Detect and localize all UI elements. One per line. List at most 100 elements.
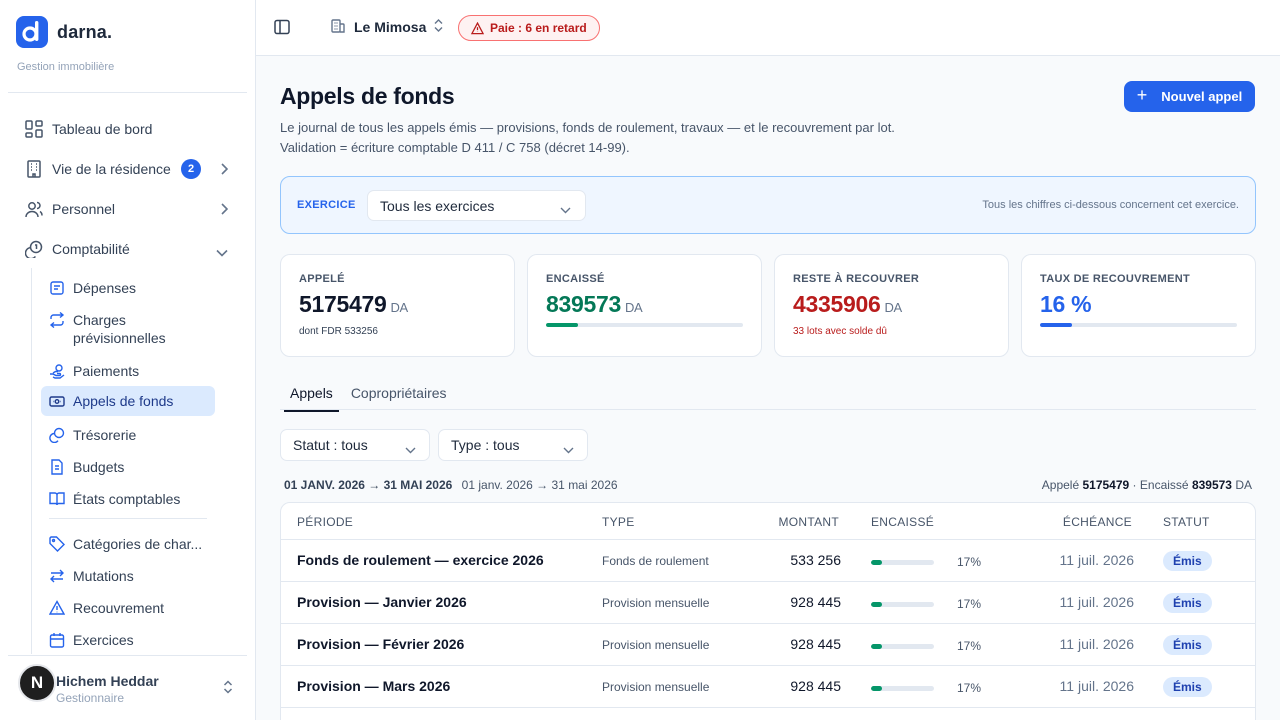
sidebar-toggle-icon[interactable] bbox=[274, 19, 290, 40]
sidebar-subitem-exercices[interactable]: Exercices bbox=[41, 625, 215, 655]
sidebar-item-comptabilite[interactable]: Comptabilité bbox=[20, 231, 238, 267]
table-row[interactable]: Fonds de roulement — exercice 2026 Fonds… bbox=[281, 539, 1255, 581]
user-role: Gestionnaire bbox=[56, 691, 125, 705]
kpi-value: 5175479 DA bbox=[299, 291, 408, 318]
chevron-right-icon bbox=[220, 162, 229, 178]
sidebar-subitem-etats-comptables[interactable]: États comptables bbox=[41, 484, 215, 514]
cell-type: Fonds de roulement bbox=[602, 554, 709, 568]
description-line: Le journal de tous les appels émis — pro… bbox=[280, 120, 895, 135]
tabs: Appels Copropriétaires bbox=[284, 382, 459, 412]
table-row[interactable]: Provision — Février 2026 Provision mensu… bbox=[281, 623, 1255, 665]
chevrons-up-down-icon bbox=[223, 680, 233, 699]
sidebar-item-residence[interactable]: Vie de la résidence 2 bbox=[20, 151, 238, 187]
chevrons-up-down-icon bbox=[434, 18, 443, 35]
payroll-alert-badge[interactable]: Paie : 6 en retard bbox=[458, 15, 600, 41]
tab-coproprietaires[interactable]: Copropriétaires bbox=[345, 382, 453, 412]
type-filter-select[interactable]: Type : tous bbox=[438, 429, 588, 461]
chevron-down-icon bbox=[405, 441, 416, 457]
column-header-amount[interactable]: MONTANT bbox=[778, 515, 839, 529]
exercise-select[interactable]: Tous les exercices bbox=[367, 190, 586, 221]
sidebar-subitem-recouvrement[interactable]: Recouvrement bbox=[41, 593, 215, 623]
chevron-right-icon bbox=[220, 202, 229, 218]
cell-percent: 17% bbox=[957, 555, 982, 569]
sidebar-item-label: Personnel bbox=[52, 201, 116, 217]
collected-progress-bar bbox=[871, 686, 934, 691]
table-row[interactable]: Provision — Janvier 2026 Provision mensu… bbox=[281, 581, 1255, 623]
sidebar-subitem-label: Mutations bbox=[73, 568, 134, 584]
type-filter-value: Type : tous bbox=[451, 437, 520, 453]
kpi-sub: 33 lots avec solde dû bbox=[793, 326, 887, 337]
alert-text: Paie : 6 en retard bbox=[490, 21, 587, 35]
sidebar-subitem-budgets[interactable]: Budgets bbox=[41, 452, 215, 482]
sidebar-subitem-depenses[interactable]: Dépenses bbox=[41, 273, 215, 303]
status-badge: Émis bbox=[1163, 593, 1212, 613]
column-header-collected[interactable]: ENCAISSÉ bbox=[871, 515, 934, 529]
kpi-value: 4335906 DA bbox=[793, 291, 902, 318]
residence-name: Le Mimosa bbox=[354, 18, 427, 35]
sidebar-subitem-label: Dépenses bbox=[73, 280, 137, 296]
new-call-button[interactable]: + Nouvel appel bbox=[1124, 81, 1255, 112]
sidebar-subitem-categories[interactable]: Catégories de char... bbox=[41, 529, 215, 559]
totals-unit: DA bbox=[1235, 478, 1252, 492]
coins-icon bbox=[24, 239, 44, 259]
sidebar-subitem-label: Budgets bbox=[73, 459, 125, 475]
sidebar-item-personnel[interactable]: Personnel bbox=[20, 191, 238, 227]
sidebar-subitem-appels-de-fonds[interactable]: Appels de fonds bbox=[41, 386, 215, 416]
sidebar-subitem-tresorerie[interactable]: Trésorerie bbox=[41, 420, 215, 450]
table-row[interactable] bbox=[281, 707, 1255, 720]
kpi-value: 839573 DA bbox=[546, 291, 643, 318]
column-header-period[interactable]: PÉRIODE bbox=[297, 515, 353, 529]
kpi-label: RESTE À RECOUVRER bbox=[793, 273, 920, 285]
kpi-number: 839573 bbox=[546, 291, 621, 317]
user-menu[interactable]: N Hichem Heddar Gestionnaire bbox=[16, 664, 246, 712]
sidebar-subitem-label: États comptables bbox=[73, 491, 181, 507]
cell-type: Provision mensuelle bbox=[602, 596, 710, 610]
collected-progress-bar bbox=[546, 323, 743, 327]
date-range-bold: 01 JANV. 2026 → 31 MAI 2026 bbox=[284, 478, 453, 492]
status-filter-select[interactable]: Statut : tous bbox=[280, 429, 430, 461]
collected-progress-bar bbox=[871, 644, 934, 649]
description-line: Validation = écriture comptable D 411 / … bbox=[280, 140, 630, 155]
totals-summary: Appelé 5175479 · Encaissé 839573 DA bbox=[1042, 478, 1252, 492]
totals-called-label: Appelé bbox=[1041, 478, 1080, 492]
plus-icon: + bbox=[1136, 85, 1148, 105]
kpi-label: TAUX DE RECOUVREMENT bbox=[1040, 273, 1191, 285]
coins-icon bbox=[49, 427, 65, 444]
sidebar-item-dashboard[interactable]: Tableau de bord bbox=[20, 111, 238, 147]
dashboard-icon bbox=[24, 119, 44, 139]
notification-badge: 2 bbox=[181, 159, 201, 179]
table-row[interactable]: Provision — Mars 2026 Provision mensuell… bbox=[281, 665, 1255, 707]
sidebar-subitem-label: Catégories de char... bbox=[73, 536, 203, 552]
brand-logo bbox=[16, 16, 48, 48]
residence-selector[interactable]: Le Mimosa bbox=[330, 17, 443, 36]
sidebar-subitem-charges[interactable]: Charges prévisionnelles bbox=[41, 305, 215, 353]
tab-appels[interactable]: Appels bbox=[284, 382, 339, 412]
column-header-status[interactable]: STATUT bbox=[1163, 515, 1210, 529]
sidebar-subitem-label: Charges prévisionnelles bbox=[73, 312, 166, 346]
sidebar-subitem-mutations[interactable]: Mutations bbox=[41, 561, 215, 591]
warning-icon bbox=[48, 600, 66, 616]
calls-table: PÉRIODE TYPE MONTANT ENCAISSÉ ÉCHÉANCE S… bbox=[280, 502, 1256, 720]
progress-fill bbox=[871, 602, 882, 607]
column-header-type[interactable]: TYPE bbox=[602, 515, 635, 529]
sidebar-subitem-paiements[interactable]: Paiements bbox=[41, 356, 215, 386]
cell-due-date: 11 juil. 2026 bbox=[1059, 678, 1134, 694]
warning-icon bbox=[471, 21, 484, 34]
banknote-icon bbox=[49, 393, 65, 409]
cell-period: Provision — Janvier 2026 bbox=[297, 594, 467, 610]
brand-subtitle: Gestion immobilière bbox=[17, 61, 115, 73]
date-range-plain: 01 janv. 2026 → 31 mai 2026 bbox=[461, 478, 618, 492]
calendar-icon bbox=[49, 632, 65, 648]
divider bbox=[8, 655, 247, 656]
sidebar-subitem-label: Trésorerie bbox=[73, 427, 137, 443]
status-filter-value: Statut : tous bbox=[293, 437, 368, 453]
receipt-icon bbox=[49, 280, 65, 296]
brand[interactable]: darna. bbox=[16, 16, 112, 48]
column-header-due[interactable]: ÉCHÉANCE bbox=[1063, 515, 1132, 529]
cell-type: Provision mensuelle bbox=[602, 680, 710, 694]
cell-type: Provision mensuelle bbox=[602, 638, 710, 652]
hand-coins-icon bbox=[49, 363, 65, 379]
kpi-remaining: RESTE À RECOUVRER 4335906 DA 33 lots avec… bbox=[774, 254, 1009, 357]
kpi-number: 5175479 bbox=[299, 291, 387, 317]
cell-percent: 17% bbox=[957, 639, 982, 653]
